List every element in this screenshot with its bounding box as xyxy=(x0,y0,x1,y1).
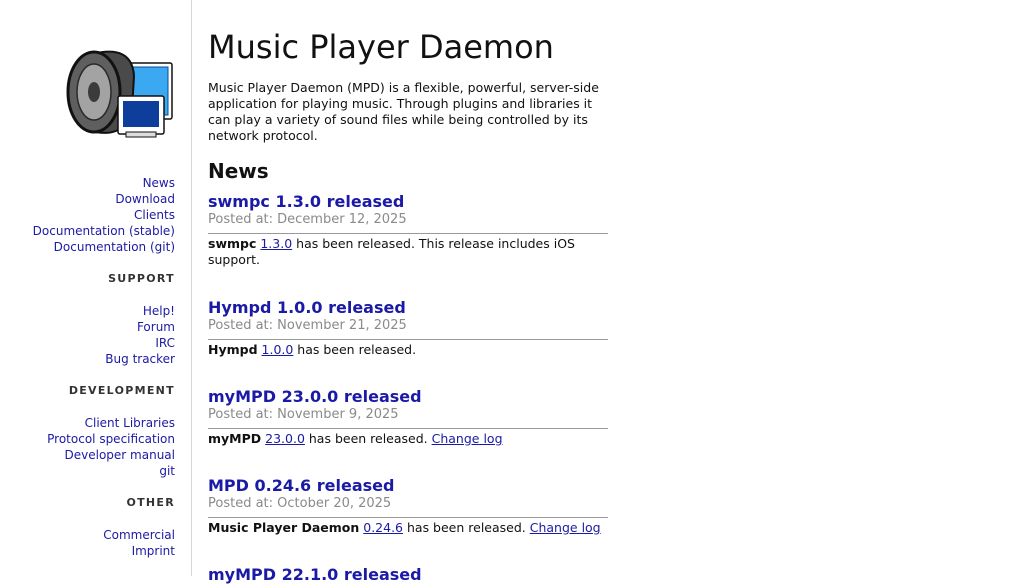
post-date: Posted at: December 12, 2025 xyxy=(208,212,608,234)
post-project-name: Hympd xyxy=(208,342,258,357)
post-body: Music Player Daemon 0.24.6 has been rele… xyxy=(208,520,608,536)
news-post: MPD 0.24.6 released Posted at: October 2… xyxy=(208,476,608,536)
post-title-link[interactable]: MPD 0.24.6 released xyxy=(208,476,608,496)
post-date: Posted at: November 9, 2025 xyxy=(208,407,608,429)
post-project-name: Music Player Daemon xyxy=(208,520,360,535)
post-version-link[interactable]: 1.0.0 xyxy=(262,342,294,357)
development-nav: Client Libraries Protocol specification … xyxy=(47,415,175,479)
post-changelog-link[interactable]: Change log xyxy=(530,520,601,535)
support-heading: SUPPORT xyxy=(108,272,175,285)
post-title-link[interactable]: swmpc 1.3.0 released xyxy=(208,192,608,212)
nav-documentation-git[interactable]: Documentation (git) xyxy=(33,239,175,255)
post-body: myMPD 23.0.0 has been released. Change l… xyxy=(208,431,608,447)
development-heading: DEVELOPMENT xyxy=(68,384,175,397)
nav-irc[interactable]: IRC xyxy=(105,335,175,351)
post-project-name: swmpc xyxy=(208,236,257,251)
nav-help[interactable]: Help! xyxy=(105,303,175,319)
post-project-name: myMPD xyxy=(208,431,262,446)
nav-protocol-specification[interactable]: Protocol specification xyxy=(47,431,175,447)
nav-git[interactable]: git xyxy=(47,463,175,479)
post-text: has been released. xyxy=(293,342,417,357)
post-version-link[interactable]: 23.0.0 xyxy=(265,431,305,446)
post-title-link[interactable]: Hympd 1.0.0 released xyxy=(208,298,608,318)
nav-client-libraries[interactable]: Client Libraries xyxy=(47,415,175,431)
intro-text: Music Player Daemon (MPD) is a flexible,… xyxy=(208,80,599,143)
nav-bug-tracker[interactable]: Bug tracker xyxy=(105,351,175,367)
post-version-link[interactable]: 1.3.0 xyxy=(260,236,292,251)
nav-forum[interactable]: Forum xyxy=(105,319,175,335)
news-post: myMPD 23.0.0 released Posted at: Novembe… xyxy=(208,387,608,447)
other-nav: Commercial Imprint xyxy=(103,527,175,559)
post-text: has been released. xyxy=(403,520,530,535)
post-body: Hympd 1.0.0 has been released. xyxy=(208,342,608,358)
nav-news[interactable]: News xyxy=(33,175,175,191)
nav-download[interactable]: Download xyxy=(33,191,175,207)
nav-commercial[interactable]: Commercial xyxy=(103,527,175,543)
other-heading: OTHER xyxy=(126,496,175,509)
nav-developer-manual[interactable]: Developer manual xyxy=(47,447,175,463)
support-nav: Help! Forum IRC Bug tracker xyxy=(105,303,175,367)
nav-imprint[interactable]: Imprint xyxy=(103,543,175,559)
post-title-link[interactable]: myMPD 23.0.0 released xyxy=(208,387,608,407)
post-body: swmpc 1.3.0 has been released. This rele… xyxy=(208,236,608,268)
nav-documentation-stable[interactable]: Documentation (stable) xyxy=(33,223,175,239)
main-nav: News Download Clients Documentation (sta… xyxy=(33,175,175,255)
news-heading: News xyxy=(208,159,269,183)
sidebar: News Download Clients Documentation (sta… xyxy=(0,0,192,576)
post-title-link[interactable]: myMPD 22.1.0 released xyxy=(208,565,608,585)
post-changelog-link[interactable]: Change log xyxy=(432,431,503,446)
news-post: Hympd 1.0.0 released Posted at: November… xyxy=(208,298,608,358)
post-text: has been released. xyxy=(304,431,432,446)
nav-clients[interactable]: Clients xyxy=(33,207,175,223)
post-date: Posted at: October 20, 2025 xyxy=(208,496,608,518)
post-version-link[interactable]: 0.24.6 xyxy=(363,520,403,535)
news-post: myMPD 22.1.0 released xyxy=(208,565,608,585)
post-date: Posted at: November 21, 2025 xyxy=(208,318,608,340)
page-title: Music Player Daemon xyxy=(208,28,554,66)
news-post: swmpc 1.3.0 released Posted at: December… xyxy=(208,192,608,268)
speaker-monitor-logo-icon xyxy=(66,50,173,138)
